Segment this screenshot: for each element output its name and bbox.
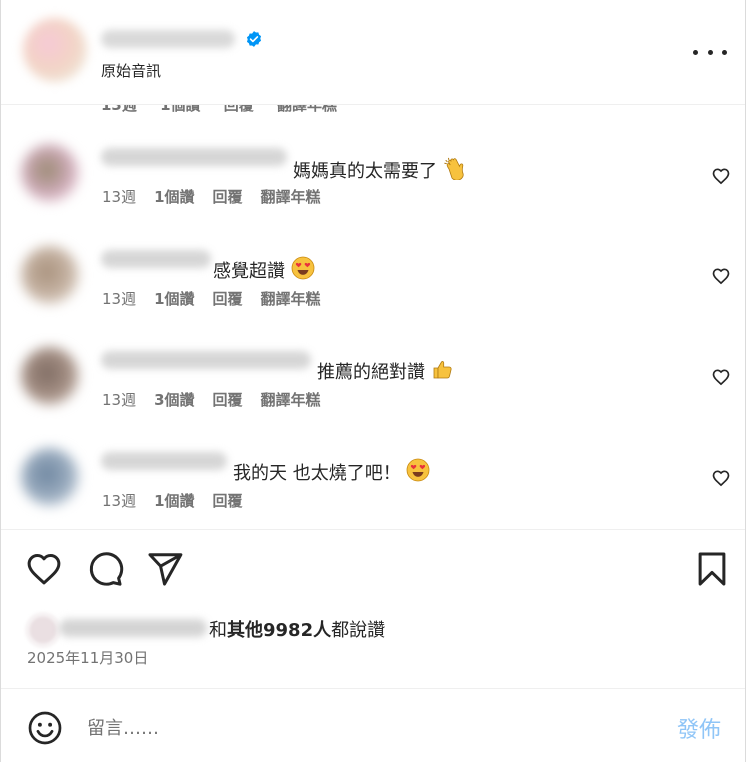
comment-input[interactable] — [87, 712, 647, 744]
comment-text: 媽媽真的太需要了 — [293, 156, 467, 185]
author-username-blurred[interactable] — [101, 30, 235, 48]
heart-eyes-icon — [291, 256, 315, 280]
comment-time: 13週 — [102, 290, 137, 308]
comment-like-icon[interactable] — [711, 468, 731, 488]
commenter-username-blurred[interactable] — [101, 148, 287, 166]
commenter-avatar[interactable] — [21, 448, 79, 506]
comment-meta: 13週 1個讚 回覆 翻譯年糕 — [102, 186, 321, 207]
share-icon[interactable] — [146, 550, 184, 588]
commenter-username-blurred[interactable] — [101, 351, 311, 369]
liker-username-blurred[interactable] — [59, 619, 207, 637]
comment-likes[interactable]: 3個讚 — [154, 389, 194, 410]
comment-item: 推薦的絕對讚 13週 3個讚 回覆 翻譯年糕 — [1, 347, 745, 437]
comment-text: 感覺超讚 — [213, 256, 315, 285]
comment-item: 我的天 也太燒了吧！ 13週 1個讚 回覆 — [1, 448, 745, 538]
comment-icon[interactable] — [86, 550, 124, 588]
post-header: 原始音訊 — [1, 0, 745, 105]
translate-button[interactable]: 翻譯年糕 — [261, 186, 321, 207]
reply-button[interactable]: 回覆 — [213, 490, 243, 511]
comment-time: 13週 — [102, 188, 137, 206]
translate-button[interactable]: 翻譯年糕 — [261, 288, 321, 309]
post-panel: 原始音訊 13週 1個讚 回覆 翻譯年糕 媽媽真的太需要了 13週 1個讚 回覆… — [0, 0, 746, 762]
clapping-hands-icon — [444, 157, 464, 180]
comment-like-icon[interactable] — [711, 367, 731, 387]
bookmark-icon[interactable] — [693, 550, 731, 588]
more-options-icon[interactable] — [693, 42, 727, 62]
reply-button[interactable]: 回覆 — [213, 186, 243, 207]
comment-text: 推薦的絕對讚 — [317, 357, 455, 386]
comment-item: 媽媽真的太需要了 13週 1個讚 回覆 翻譯年糕 — [1, 144, 745, 234]
likes-text: 和其他9982人都說讚 — [209, 620, 386, 641]
commenter-username-blurred[interactable] — [101, 250, 211, 268]
translate-button[interactable]: 翻譯年糕 — [261, 389, 321, 410]
commenter-username-blurred[interactable] — [101, 452, 227, 470]
likes-count-link[interactable]: 其他9982人 — [227, 620, 331, 641]
section-divider — [1, 688, 745, 689]
emoji-smile-icon[interactable] — [27, 710, 63, 746]
likes-summary: 和其他9982人都說讚 — [27, 614, 527, 646]
comment-item: 感覺超讚 13週 1個讚 回覆 翻譯年糕 — [1, 246, 745, 336]
original-audio-link[interactable]: 原始音訊 — [101, 60, 161, 81]
comment-text: 我的天 也太燒了吧！ — [233, 458, 430, 487]
comment-meta: 13週 1個讚 回覆 翻譯年糕 — [102, 288, 321, 309]
comment-meta: 13週 1個讚 回覆 — [102, 490, 261, 511]
author-avatar[interactable] — [23, 18, 87, 82]
comment-time: 13週 — [102, 492, 137, 510]
comment-likes[interactable]: 1個讚 — [154, 186, 194, 207]
liker-avatar[interactable] — [27, 614, 59, 646]
verified-badge-icon — [246, 31, 262, 47]
commenter-avatar[interactable] — [21, 246, 79, 304]
comment-likes[interactable]: 1個讚 — [154, 288, 194, 309]
comment-like-icon[interactable] — [711, 266, 731, 286]
commenter-avatar[interactable] — [21, 144, 79, 202]
thumbs-up-icon — [433, 361, 452, 379]
heart-icon[interactable] — [25, 550, 63, 588]
comment-like-icon[interactable] — [711, 166, 731, 186]
section-divider — [1, 529, 745, 530]
reply-button[interactable]: 回覆 — [213, 288, 243, 309]
commenter-avatar[interactable] — [21, 347, 79, 405]
comment-meta: 13週 3個讚 回覆 翻譯年糕 — [102, 389, 321, 410]
reply-button[interactable]: 回覆 — [213, 389, 243, 410]
post-date[interactable]: 2025年11月30日 — [27, 647, 148, 668]
comment-time: 13週 — [102, 391, 137, 409]
heart-eyes-icon — [407, 458, 430, 482]
post-button[interactable]: 發佈 — [677, 712, 721, 744]
comment-likes[interactable]: 1個讚 — [154, 490, 194, 511]
